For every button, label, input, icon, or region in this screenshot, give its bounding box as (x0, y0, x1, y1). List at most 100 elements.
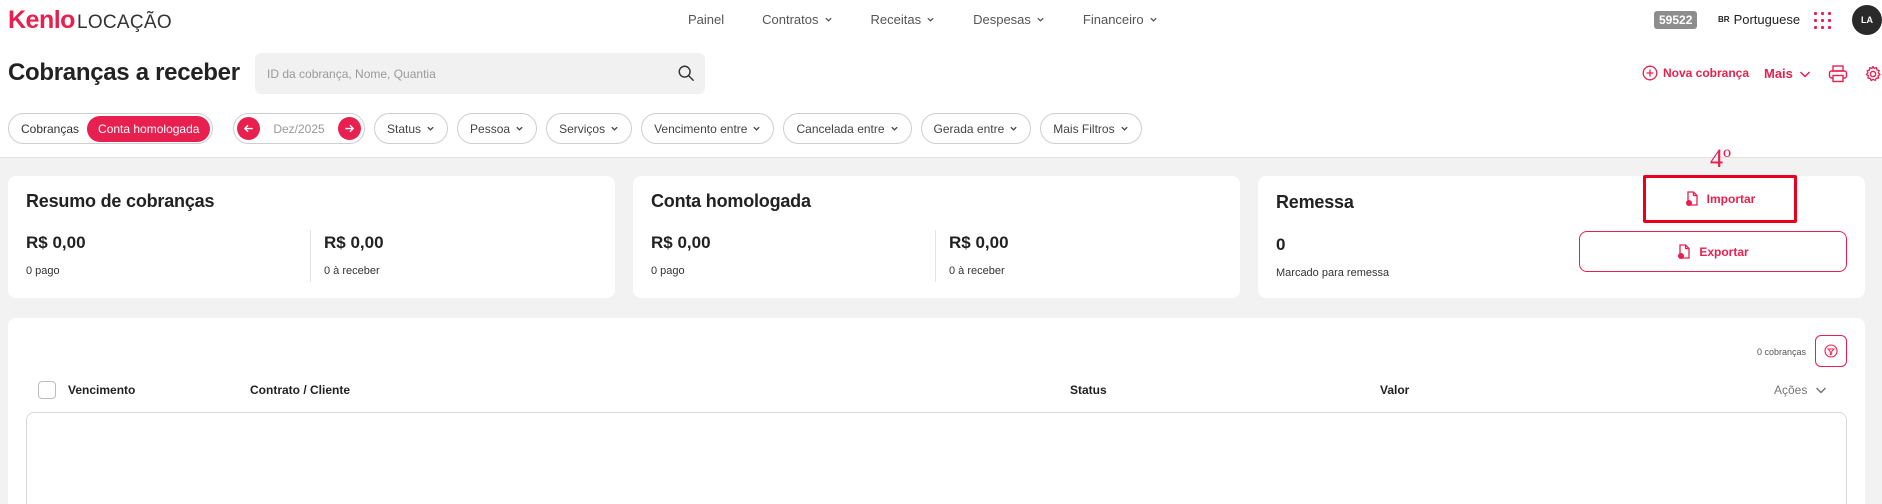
prev-period-button[interactable] (237, 117, 260, 140)
filter-label: Pessoa (470, 121, 511, 136)
filter-pessoa[interactable]: Pessoa (457, 113, 538, 144)
filter-label: Cancelada entre (796, 121, 885, 136)
filter-label: Serviços (559, 121, 606, 136)
account-paid-label: 0 pago (651, 265, 685, 277)
brand-logo[interactable]: Kenlo LOCAÇÃO (8, 6, 172, 34)
chevron-down-icon (1816, 387, 1827, 394)
table-body (26, 412, 1847, 504)
nav-item-despesas[interactable]: Despesas (973, 12, 1045, 27)
filter-vencimento[interactable]: Vencimento entre (641, 113, 775, 144)
nav-item-painel[interactable]: Painel (688, 12, 724, 27)
filter-label: Vencimento entre (654, 121, 748, 136)
divider (310, 230, 311, 282)
summary-title: Resumo de cobranças (26, 191, 215, 211)
filter-more[interactable]: Mais Filtros (1040, 113, 1142, 144)
remessa-marked-label: Marcado para remessa (1276, 267, 1390, 279)
account-receivable-label: 0 à receber (949, 265, 1005, 277)
filter-cancelada[interactable]: Cancelada entre (783, 113, 912, 144)
nav-item-financeiro[interactable]: Financeiro (1083, 12, 1158, 27)
charges-count: 0 cobranças (1757, 347, 1807, 357)
nav-item-label: Financeiro (1082, 12, 1144, 27)
column-header-actions[interactable]: Ações (1774, 383, 1827, 397)
file-export-icon (1678, 243, 1690, 259)
search-input[interactable] (267, 64, 647, 84)
filter-label: Gerada entre (933, 121, 1005, 136)
next-period-button[interactable] (338, 117, 361, 140)
nav-item-label: Contratos (762, 12, 819, 27)
more-menu-button[interactable]: Mais (1764, 66, 1811, 81)
new-charge-label: Nova cobrança (1663, 66, 1750, 80)
gear-icon[interactable] (1864, 65, 1882, 83)
plus-circle-icon (1642, 65, 1658, 81)
import-button[interactable]: Importar (1643, 175, 1797, 223)
remessa-title: Remessa (1276, 192, 1354, 212)
brand-product: LOCAÇÃO (76, 12, 172, 33)
account-paid-value: R$ 0,00 (651, 233, 711, 252)
chevron-down-icon (824, 17, 832, 22)
summary-card: Resumo de cobranças R$ 0,00 0 pago R$ 0,… (8, 176, 615, 298)
select-all-checkbox[interactable] (38, 381, 56, 399)
summary-paid-value: R$ 0,00 (26, 233, 86, 252)
import-label: Importar (1706, 192, 1756, 206)
chevron-down-icon (753, 126, 761, 131)
column-header-contract[interactable]: Contrato / Cliente (250, 383, 350, 397)
toggle-cobrancas[interactable]: Cobranças (21, 122, 79, 136)
chevron-down-icon (927, 17, 934, 22)
nav-item-label: Receitas (870, 12, 922, 27)
new-charge-button[interactable]: Nova cobrança (1642, 65, 1749, 81)
remessa-count: 0 (1276, 235, 1286, 254)
period-selector: Dez/2025 (233, 113, 365, 144)
arrow-right-icon (345, 124, 355, 133)
more-label: Mais (1764, 66, 1793, 81)
account-card: Conta homologada R$ 0,00 0 pago R$ 0,00 … (633, 176, 1240, 298)
filter-servicos[interactable]: Serviços (546, 113, 633, 144)
toggle-conta-homologada[interactable]: Conta homologada (87, 115, 211, 142)
export-button[interactable]: Exportar (1579, 231, 1847, 272)
apps-grid-icon[interactable] (1814, 12, 1831, 29)
step-annotation: 4º (1710, 144, 1732, 173)
chevron-down-icon (611, 126, 618, 131)
arrow-left-icon (243, 124, 253, 133)
period-label: Dez/2025 (273, 121, 325, 136)
avatar[interactable]: LA (1852, 5, 1882, 35)
print-icon[interactable] (1828, 65, 1848, 83)
chevron-down-icon (1799, 70, 1810, 78)
table-filter-button[interactable] (1815, 335, 1847, 367)
main-nav: Painel Contratos Receitas Despesas Finan… (688, 12, 1158, 27)
brand-name: Kenlo (8, 6, 75, 34)
page-title: Cobranças a receber (8, 59, 240, 86)
nav-item-label: Despesas (973, 12, 1031, 27)
nav-item-contratos[interactable]: Contratos (762, 12, 832, 27)
column-header-due[interactable]: Vencimento (68, 383, 135, 397)
summary-paid-label: 0 pago (26, 265, 60, 277)
language-label: Portuguese (1733, 12, 1801, 27)
filter-status[interactable]: Status (374, 113, 449, 144)
filter-label: Mais Filtros (1053, 121, 1115, 136)
language-selector[interactable]: BR Portuguese (1718, 12, 1800, 27)
account-receivable-value: R$ 0,00 (949, 233, 1009, 252)
account-title: Conta homologada (651, 191, 811, 211)
column-header-value[interactable]: Valor (1380, 383, 1409, 397)
nav-item-receitas[interactable]: Receitas (871, 12, 936, 27)
account-number-badge: 59522 (1654, 11, 1698, 29)
chevron-down-icon (1149, 17, 1157, 22)
export-label: Exportar (1699, 244, 1749, 259)
chevron-down-icon (1010, 126, 1017, 131)
summary-receivable-value: R$ 0,00 (324, 233, 384, 252)
file-import-icon (1685, 191, 1698, 206)
view-toggle: Cobranças Conta homologada (8, 113, 214, 144)
language-code: BR (1718, 15, 1730, 24)
chevron-down-icon (1120, 126, 1128, 131)
search-icon[interactable] (677, 64, 695, 82)
filter-gerada[interactable]: Gerada entre (920, 113, 1032, 144)
column-header-status[interactable]: Status (1070, 383, 1107, 397)
filter-label: Status (387, 121, 422, 136)
search-box (255, 53, 705, 94)
filter-bar: Status Pessoa Serviços Vencimento entre … (374, 113, 1142, 144)
chevron-down-icon (516, 126, 523, 131)
chevron-down-icon (427, 126, 434, 131)
chevron-down-icon (1037, 17, 1044, 22)
nav-item-label: Painel (688, 12, 725, 27)
divider (935, 230, 936, 282)
filter-icon (1824, 344, 1838, 358)
